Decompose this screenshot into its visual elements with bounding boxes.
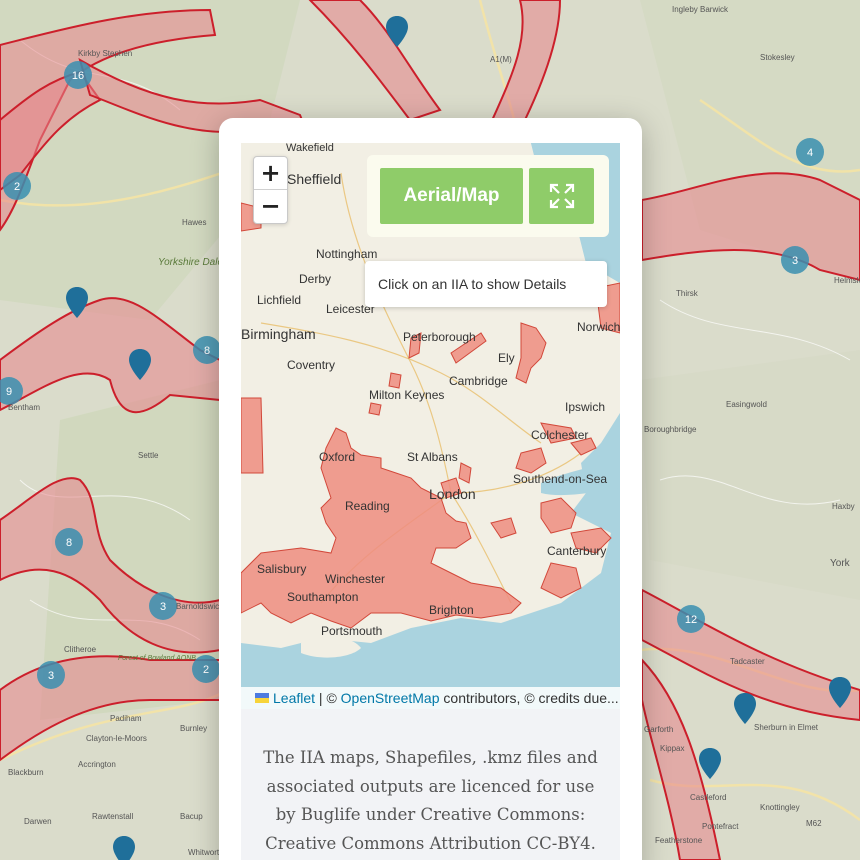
svg-text:Brighton: Brighton	[429, 603, 474, 617]
svg-text:Knottingley: Knottingley	[760, 803, 800, 812]
svg-text:Norwich: Norwich	[577, 320, 620, 334]
svg-text:Burnley: Burnley	[180, 724, 207, 733]
svg-text:Ely: Ely	[498, 351, 515, 365]
svg-text:Clayton-le-Moors: Clayton-le-Moors	[86, 734, 147, 743]
svg-text:Hawes: Hawes	[182, 218, 206, 227]
svg-text:Settle: Settle	[138, 451, 159, 460]
zoom-in-button[interactable]: +	[254, 157, 287, 190]
svg-text:Darwen: Darwen	[24, 817, 52, 826]
svg-text:Bentham: Bentham	[8, 403, 40, 412]
attribution-separator: | ©	[315, 690, 341, 706]
svg-text:Peterborough: Peterborough	[403, 330, 476, 344]
svg-text:Ipswich: Ipswich	[565, 400, 605, 414]
svg-text:Oxford: Oxford	[319, 450, 355, 464]
svg-text:Wakefield: Wakefield	[286, 143, 334, 154]
svg-text:2: 2	[203, 664, 209, 676]
svg-text:Reading: Reading	[345, 499, 390, 513]
svg-text:16: 16	[72, 70, 84, 82]
attribution-text: contributors, © credits due...	[439, 690, 619, 706]
svg-text:Coventry: Coventry	[287, 358, 335, 372]
svg-text:Canterbury: Canterbury	[547, 544, 606, 558]
svg-text:Milton Keynes: Milton Keynes	[369, 388, 444, 402]
svg-text:Pontefract: Pontefract	[702, 822, 739, 831]
svg-text:Featherstone: Featherstone	[655, 836, 703, 845]
licence-panel: The IIA maps, Shapefiles, .kmz files and…	[241, 709, 620, 860]
openstreetmap-link[interactable]: OpenStreetMap	[341, 690, 440, 706]
svg-text:St Albans: St Albans	[407, 450, 458, 464]
svg-text:Forest of Bowland AONB: Forest of Bowland AONB	[118, 655, 196, 662]
svg-text:M62: M62	[806, 819, 822, 828]
svg-text:Winchester: Winchester	[325, 572, 385, 586]
layer-control: Aerial/Map	[367, 155, 609, 237]
svg-text:Southend-on-Sea: Southend-on-Sea	[513, 472, 607, 486]
leaflet-link[interactable]: Leaflet	[273, 690, 315, 706]
svg-text:Southampton: Southampton	[287, 590, 358, 604]
svg-text:Colchester: Colchester	[531, 428, 588, 442]
svg-text:Stokesley: Stokesley	[760, 53, 795, 62]
svg-text:Rawtenstall: Rawtenstall	[92, 812, 134, 821]
svg-text:3: 3	[160, 601, 166, 613]
licence-text: The IIA maps, Shapefiles, .kmz files and…	[263, 748, 598, 853]
svg-text:3: 3	[48, 670, 54, 682]
svg-text:Accrington: Accrington	[78, 760, 116, 769]
cluster-marker[interactable]: 4	[796, 138, 824, 166]
svg-text:Easingwold: Easingwold	[726, 400, 767, 409]
svg-text:Salisbury: Salisbury	[257, 562, 306, 576]
svg-text:Derby: Derby	[299, 272, 331, 286]
cluster-marker[interactable]: 3	[149, 592, 177, 620]
svg-text:Padiham: Padiham	[110, 714, 142, 723]
fullscreen-button[interactable]	[529, 168, 594, 224]
svg-text:Blackburn: Blackburn	[8, 768, 44, 777]
svg-text:Nottingham: Nottingham	[316, 247, 377, 261]
aerial-map-toggle-button[interactable]: Aerial/Map	[380, 168, 523, 224]
svg-text:2: 2	[14, 181, 20, 193]
svg-text:Ingleby Barwick: Ingleby Barwick	[672, 5, 729, 14]
svg-text:Sheffield: Sheffield	[287, 171, 341, 187]
svg-text:3: 3	[792, 255, 798, 267]
svg-text:Birmingham: Birmingham	[241, 326, 316, 342]
iia-details-info-box: Click on an IIA to show Details	[365, 261, 607, 307]
zoom-out-button[interactable]: −	[254, 190, 287, 222]
zoom-control: + −	[253, 156, 288, 224]
svg-text:Boroughbridge: Boroughbridge	[644, 425, 697, 434]
svg-text:Kippax: Kippax	[660, 744, 684, 753]
svg-text:Helmsley: Helmsley	[834, 276, 860, 285]
svg-text:Thirsk: Thirsk	[676, 289, 699, 298]
svg-text:Tadcaster: Tadcaster	[730, 657, 765, 666]
svg-text:Kirkby Stephen: Kirkby Stephen	[78, 49, 132, 58]
svg-text:Portsmouth: Portsmouth	[321, 624, 382, 638]
cluster-marker[interactable]: 2	[192, 655, 220, 683]
svg-text:12: 12	[685, 614, 697, 626]
cluster-marker[interactable]: 8	[55, 528, 83, 556]
svg-text:Lichfield: Lichfield	[257, 293, 301, 307]
svg-text:Haxby: Haxby	[832, 502, 855, 511]
svg-text:A1(M): A1(M)	[490, 55, 512, 64]
map-pin-icon[interactable]	[113, 836, 135, 860]
svg-text:8: 8	[66, 537, 72, 549]
cluster-marker[interactable]: 16	[64, 61, 92, 89]
expand-icon	[549, 183, 574, 209]
iia-map[interactable]: Wakefield Sheffield Nottingham Derby Lic…	[241, 143, 620, 709]
svg-text:Bacup: Bacup	[180, 812, 203, 821]
svg-text:4: 4	[807, 147, 813, 159]
cluster-marker[interactable]: 3	[781, 246, 809, 274]
cluster-marker[interactable]: 2	[3, 172, 31, 200]
svg-text:London: London	[429, 486, 476, 502]
svg-text:8: 8	[204, 345, 210, 357]
cluster-marker[interactable]: 3	[37, 661, 65, 689]
svg-text:Garforth: Garforth	[644, 725, 673, 734]
svg-text:York: York	[830, 558, 851, 569]
map-attribution: Leaflet | © OpenStreetMap contributors, …	[241, 687, 620, 709]
svg-text:Sherburn in Elmet: Sherburn in Elmet	[754, 723, 819, 732]
cluster-marker[interactable]: 12	[677, 605, 705, 633]
svg-text:Cambridge: Cambridge	[449, 374, 508, 388]
ukraine-flag-icon	[255, 693, 269, 703]
svg-text:Clitheroe: Clitheroe	[64, 645, 97, 654]
svg-text:9: 9	[6, 386, 12, 398]
svg-text:Castleford: Castleford	[690, 793, 726, 802]
svg-text:Barnoldswick: Barnoldswick	[176, 602, 224, 611]
cluster-marker[interactable]: 8	[193, 336, 221, 364]
